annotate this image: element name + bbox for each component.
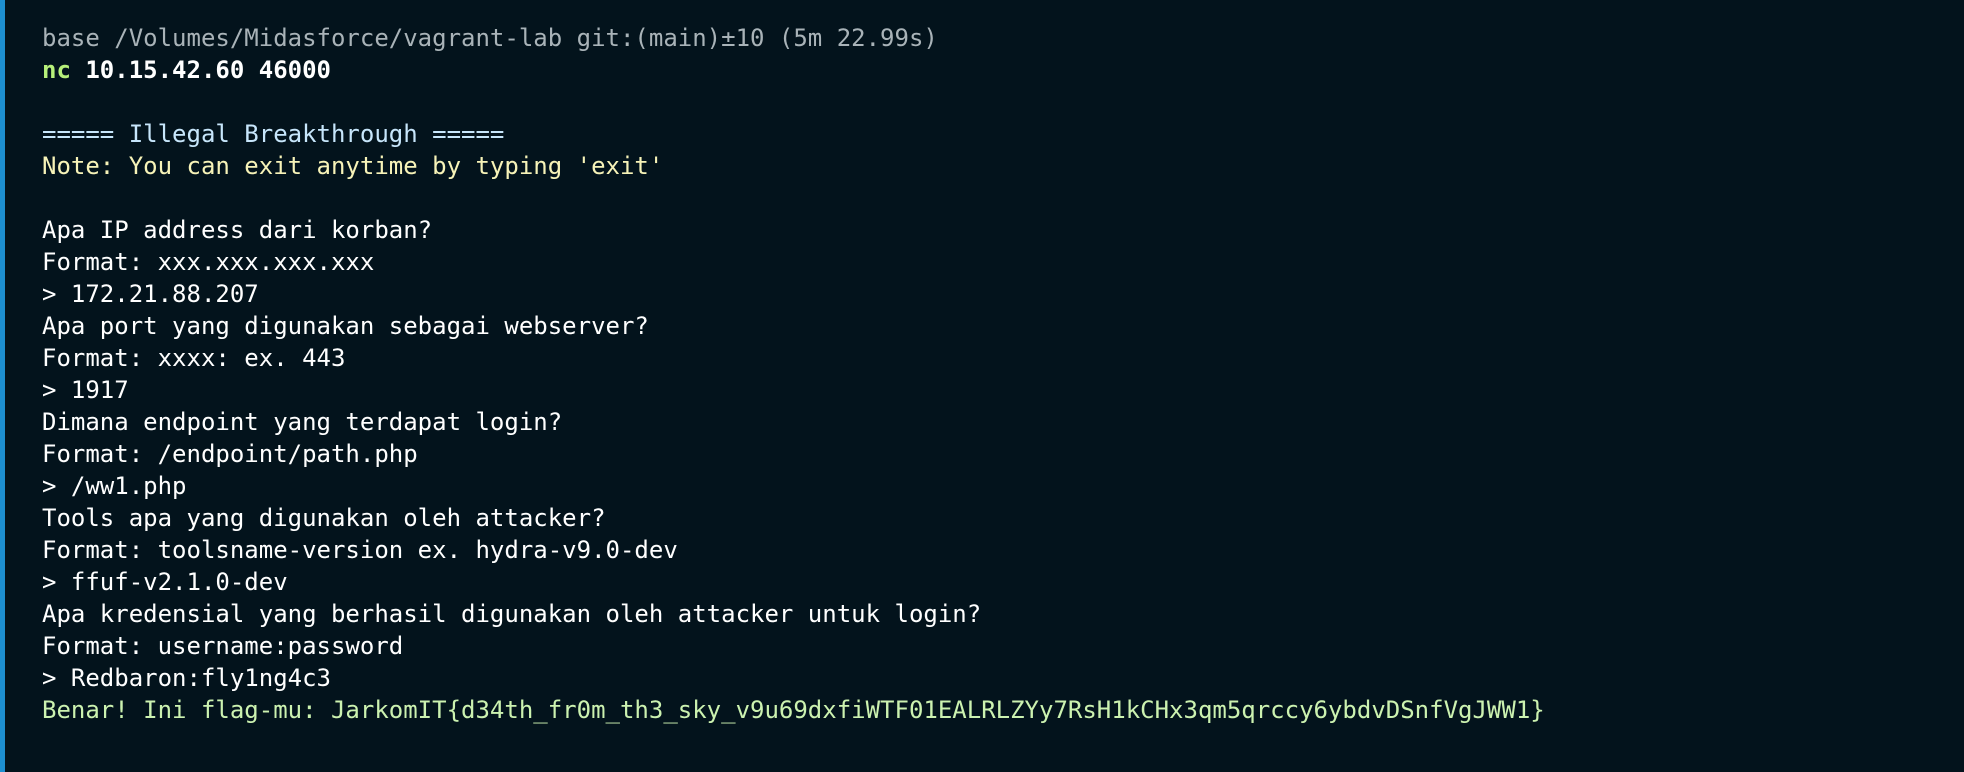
format-hint-2: Format: xxxx: ex. 443 xyxy=(42,344,346,372)
format-hint-4: Format: toolsname-version ex. hydra-v9.0… xyxy=(42,536,678,564)
answer-4: > ffuf-v2.1.0-dev xyxy=(42,568,288,596)
answer-1: > 172.21.88.207 xyxy=(42,280,259,308)
banner-title: ===== Illegal Breakthrough ===== xyxy=(42,120,505,148)
active-pane-indicator xyxy=(0,0,5,772)
question-5: Apa kredensial yang berhasil digunakan o… xyxy=(42,600,982,628)
command-args: 10.15.42.60 46000 xyxy=(85,56,331,84)
format-hint-1: Format: xxx.xxx.xxx.xxx xyxy=(42,248,375,276)
question-4: Tools apa yang digunakan oleh attacker? xyxy=(42,504,606,532)
terminal-window[interactable]: base /Volumes/Midasforce/vagrant-lab git… xyxy=(0,0,1964,772)
question-2: Apa port yang digunakan sebagai webserve… xyxy=(42,312,649,340)
question-3: Dimana endpoint yang terdapat login? xyxy=(42,408,563,436)
question-1: Apa IP address dari korban? xyxy=(42,216,433,244)
answer-3: > /ww1.php xyxy=(42,472,187,500)
format-hint-3: Format: /endpoint/path.php xyxy=(42,440,418,468)
answer-5: > Redbaron:fly1ng4c3 xyxy=(42,664,331,692)
shell-prompt-header: base /Volumes/Midasforce/vagrant-lab git… xyxy=(42,24,938,52)
terminal-output: base /Volumes/Midasforce/vagrant-lab git… xyxy=(42,22,1944,726)
format-hint-5: Format: username:password xyxy=(42,632,404,660)
exit-note: Note: You can exit anytime by typing 'ex… xyxy=(42,152,664,180)
command-keyword: nc xyxy=(42,56,71,84)
command-line: nc 10.15.42.60 46000 xyxy=(42,54,1944,86)
answer-2: > 1917 xyxy=(42,376,129,404)
flag-result: Benar! Ini flag-mu: JarkomIT{d34th_fr0m_… xyxy=(42,696,1545,724)
